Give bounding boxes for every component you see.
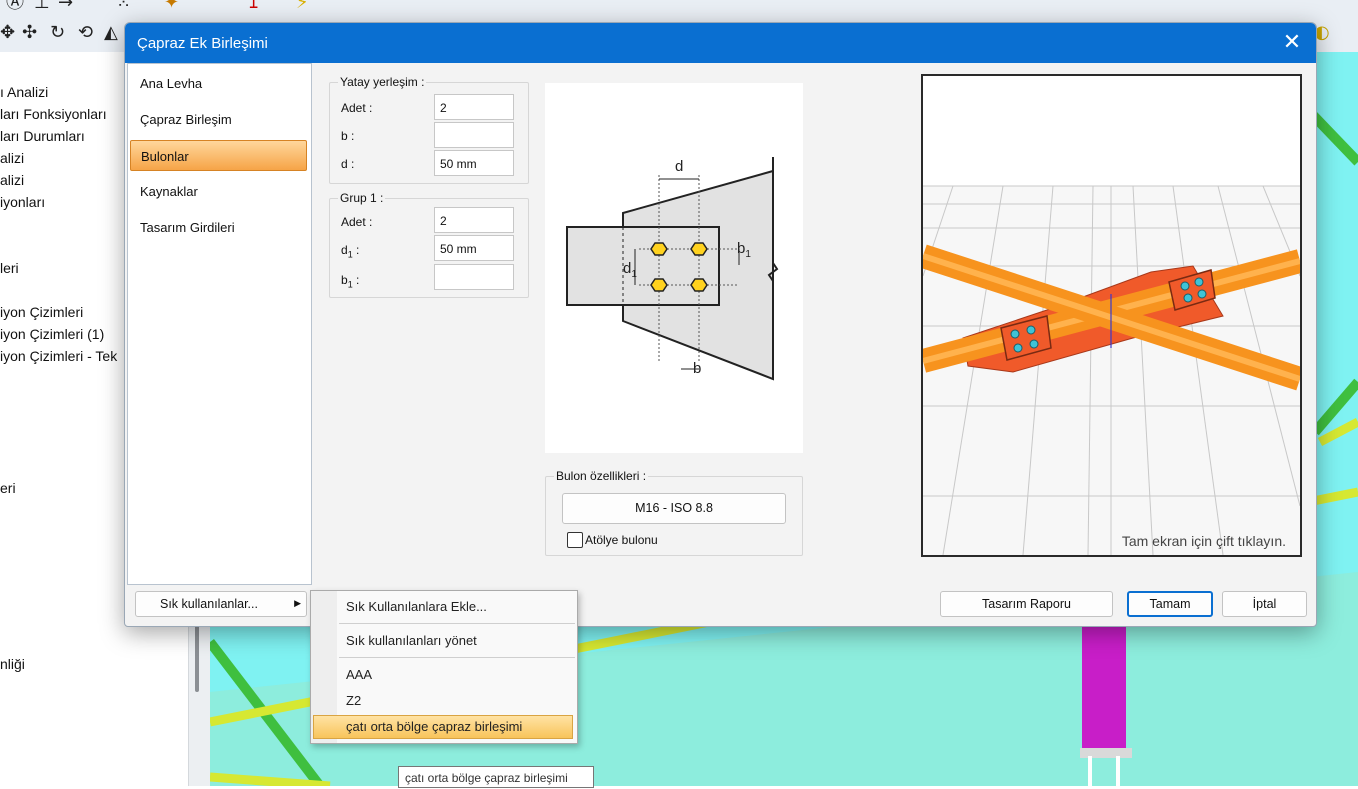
measure-tool-icon[interactable]: ↥ — [246, 0, 261, 12]
nav-item-ana-levha[interactable]: Ana Levha — [130, 68, 307, 99]
connection-3d-render — [923, 185, 1300, 555]
horizontal-layout-group: Yatay yerleşim : Adet : 2 b : d : 50 mm — [329, 75, 529, 184]
d1-field[interactable]: 50 mm — [434, 235, 514, 261]
menu-item-manage-favorites[interactable]: Sık kullanılanları yönet — [346, 633, 477, 648]
nav-item-kaynaklar[interactable]: Kaynaklar — [130, 176, 307, 207]
group1: Grup 1 : Adet : 2 d1 : 50 mm b1 : — [329, 191, 529, 298]
tree-item[interactable]: nliği — [0, 656, 25, 672]
bolt-properties-legend: Bulon özellikleri : — [554, 469, 649, 483]
bolt-layout-drawing: d b1 d1 b — [566, 157, 779, 381]
fullscreen-hint: Tam ekran için çift tıklayın. — [1121, 533, 1286, 549]
nav-item-capraz-birlesim[interactable]: Çapraz Birleşim — [130, 104, 307, 135]
menu-item-add-favorite[interactable]: Sık Kullanılanlara Ekle... — [346, 599, 487, 614]
horizontal-layout-legend: Yatay yerleşim : — [338, 75, 427, 89]
group1-adet-label: Adet : — [341, 215, 373, 229]
tree-item[interactable]: eri — [0, 480, 16, 496]
menu-item-roof-mid-zone-connection[interactable]: çatı orta bölge çapraz birleşimi — [346, 719, 522, 734]
cross-splice-dialog: Çapraz Ek Birleşimi ✕ Ana Levha Çapraz B… — [124, 22, 1317, 627]
design-report-button[interactable]: Tasarım Raporu — [940, 591, 1113, 617]
move-icon[interactable]: ✥ — [0, 24, 15, 42]
atolye-bulonu-label: Atölye bulonu — [585, 533, 658, 547]
tree-item[interactable]: alizi — [0, 172, 24, 188]
b1-label: b1 : — [341, 273, 360, 290]
atolye-bulonu-checkbox[interactable] — [567, 532, 583, 548]
cancel-button[interactable]: İptal — [1222, 591, 1307, 617]
favorites-button-label: Sık kullanılanlar... — [160, 597, 258, 611]
tree-item[interactable]: alizi — [0, 150, 24, 166]
scrollbar-thumb[interactable] — [195, 622, 199, 692]
menu-item-aaa[interactable]: AAA — [346, 667, 372, 682]
adet-field[interactable]: 2 — [434, 94, 514, 120]
menu-item-z2[interactable]: Z2 — [346, 693, 361, 708]
text-tool-icon[interactable]: Ⓐ — [6, 0, 24, 12]
tree-item[interactable]: iyon Çizimleri - Tek — [0, 348, 117, 364]
section-nav: Ana Levha Çapraz Birleşim Bulonlar Kayna… — [127, 63, 312, 585]
tree-item[interactable]: iyonları — [0, 194, 45, 210]
d-field[interactable]: 50 mm — [434, 150, 514, 176]
tree-item[interactable]: ları Durumları — [0, 128, 85, 144]
tree-item[interactable]: ı Analizi — [0, 84, 48, 100]
tree-item[interactable]: iyon Çizimleri — [0, 304, 83, 320]
d1-label: d1 : — [341, 243, 360, 260]
close-icon[interactable]: ✕ — [1276, 27, 1308, 59]
rotate-icon[interactable]: ↻ — [50, 24, 65, 42]
nav-item-bulonlar[interactable]: Bulonlar — [130, 140, 307, 171]
tree-item[interactable]: leri — [0, 260, 19, 276]
diagram-label-b: b — [693, 360, 701, 377]
tree-item[interactable]: ları Fonksiyonları — [0, 106, 107, 122]
bolt-spec-button[interactable]: M16 - ISO 8.8 — [562, 493, 786, 524]
ok-button[interactable]: Tamam — [1127, 591, 1213, 617]
tree-item[interactable]: iyon Çizimleri (1) — [0, 326, 104, 342]
diagram-label-d: d — [675, 158, 683, 175]
submenu-arrow-icon: ▶ — [294, 599, 301, 609]
menu-separator — [339, 623, 575, 624]
bolt-tool-icon[interactable]: ⚡ — [296, 0, 309, 12]
menu-separator — [339, 657, 575, 658]
bolt-layout-diagram: d b1 d1 b — [545, 83, 803, 453]
connection-3d-preview[interactable]: Tam ekran için çift tıklayın. — [921, 74, 1302, 557]
orbit-icon[interactable]: ⟲ — [78, 24, 93, 42]
group1-adet-field[interactable]: 2 — [434, 207, 514, 233]
d-label: d : — [341, 157, 355, 171]
b1-field[interactable] — [434, 264, 514, 290]
dialog-titlebar[interactable]: Çapraz Ek Birleşimi ✕ — [125, 23, 1316, 63]
group1-legend: Grup 1 : — [338, 191, 386, 205]
dimension-tool-icon[interactable]: ⊥ — [34, 0, 50, 12]
pin-tool-icon[interactable]: ✦ — [164, 0, 179, 12]
b-field[interactable] — [434, 122, 514, 148]
menu-tooltip: çatı orta bölge çapraz birleşimi — [398, 766, 594, 788]
nav-item-tasarim-girdileri[interactable]: Tasarım Girdileri — [130, 212, 307, 243]
arrow-tool-icon[interactable]: → — [58, 0, 73, 12]
adet-label: Adet : — [341, 101, 373, 115]
pan-icon[interactable]: ✣ — [22, 24, 37, 42]
snap-tool-icon[interactable]: ⁙ — [116, 0, 131, 12]
dialog-title: Çapraz Ek Birleşimi — [137, 35, 268, 52]
favorites-button[interactable]: Sık kullanılanlar... ▶ — [135, 591, 307, 617]
b-label: b : — [341, 129, 355, 143]
favorites-menu: Sık Kullanılanlara Ekle... Sık kullanıla… — [310, 590, 578, 744]
axis-icon[interactable]: ◭ — [104, 24, 118, 42]
